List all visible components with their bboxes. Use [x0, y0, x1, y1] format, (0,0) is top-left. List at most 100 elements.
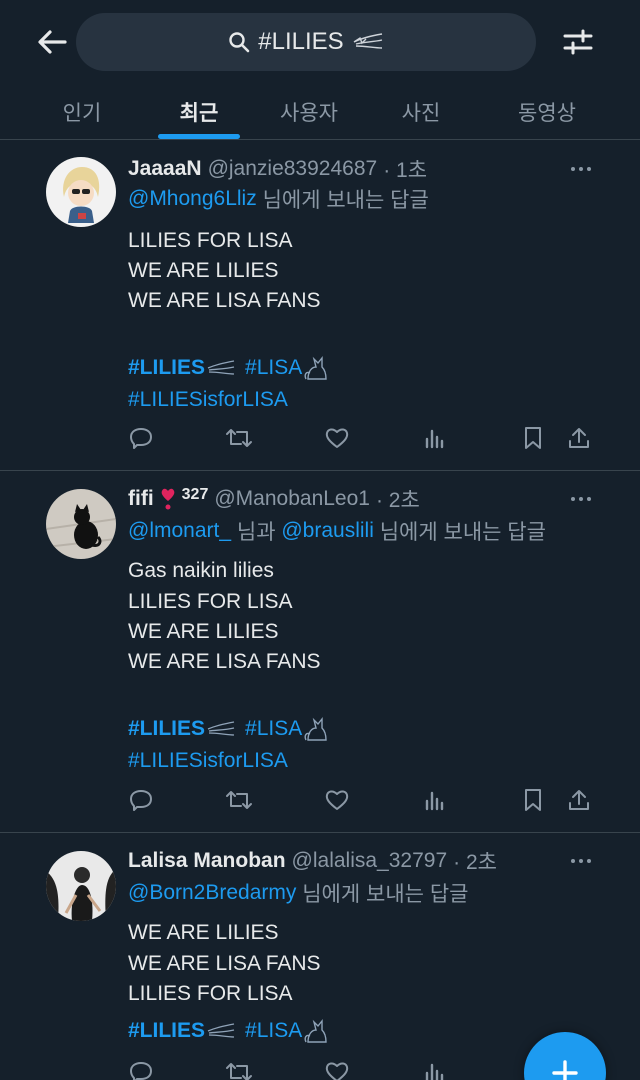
user-handle[interactable]: @lalalisa_32797	[292, 849, 448, 873]
tweet-text-line: LILIES FOR LISA	[128, 590, 293, 613]
avatar[interactable]	[46, 489, 116, 559]
bookmark-button[interactable]	[516, 785, 550, 815]
share-button[interactable]	[562, 423, 596, 453]
hashtag-link[interactable]: #LISA	[245, 1018, 328, 1044]
tweet[interactable]: JaaaaN @janzie83924687 · 1초 @Mhong6Lliz …	[0, 141, 640, 471]
lily-emoji-icon	[353, 33, 382, 49]
lily-emoji-icon	[207, 721, 235, 736]
heart-icon	[325, 1062, 349, 1080]
reply-context: @Born2Bredarmy 님에게 보내는 답글	[128, 879, 468, 907]
mention-link[interactable]: @Born2Bredarmy	[128, 881, 296, 905]
filter-button[interactable]	[556, 22, 600, 62]
tweet-actions	[0, 423, 640, 453]
hashtag-row: #LILIESisforLISA	[128, 385, 288, 415]
views-icon	[425, 429, 444, 449]
share-icon	[569, 428, 589, 448]
hashtag-row: #LILIES #LISA	[128, 353, 328, 383]
reply-button[interactable]	[124, 423, 158, 453]
bookmark-icon	[525, 427, 541, 449]
tab-videos[interactable]: 동영상	[500, 84, 594, 139]
views-icon	[425, 1063, 444, 1080]
like-button[interactable]	[320, 785, 354, 815]
tweet[interactable]: fifi 327 @ManobanLeo1 · 2초 @lmonart_ 님과 …	[0, 471, 640, 833]
lily-emoji-icon	[207, 360, 235, 375]
tweet-text-line: WE ARE LISA FANS	[128, 650, 321, 673]
reply-context-join: 님과	[236, 521, 276, 544]
tweet-header: JaaaaN @janzie83924687 · 1초	[128, 155, 427, 183]
views-button[interactable]	[418, 785, 452, 815]
hashtag-link[interactable]: #LISA	[245, 716, 328, 742]
retweet-icon	[226, 1063, 252, 1080]
reply-context-text: 님에게 보내는 답글	[262, 189, 429, 212]
display-name[interactable]: JaaaaN	[128, 157, 202, 181]
tweet-text-line: WE ARE LILIES	[128, 921, 279, 944]
search-tabs: 인기 최근 사용자 사진 동영상	[0, 84, 640, 140]
reply-context: @lmonart_ 님과 @brauslili 님에게 보내는 답글	[128, 517, 546, 545]
arrow-left-icon	[38, 30, 67, 54]
tab-people[interactable]: 사용자	[262, 84, 356, 139]
search-input[interactable]: #LILIES	[76, 13, 536, 71]
tweet-actions	[0, 785, 640, 815]
views-icon	[425, 791, 444, 811]
back-button[interactable]	[30, 22, 74, 62]
hashtag-link[interactable]: #LILIES	[128, 356, 235, 380]
tweet-text-line: WE ARE LILIES	[128, 620, 279, 643]
badge-count: 327	[181, 486, 209, 503]
avatar[interactable]	[46, 157, 116, 227]
cat-emoji-icon	[304, 717, 327, 741]
retweet-icon	[226, 429, 252, 447]
cat-emoji-icon	[304, 356, 327, 380]
hashtag-link[interactable]: #LILIESisforLISA	[128, 749, 288, 773]
tweet-text-line: LILIES FOR LISA	[128, 982, 293, 1005]
user-handle[interactable]: @janzie83924687	[208, 157, 378, 181]
retweet-button[interactable]	[222, 1057, 256, 1080]
retweet-button[interactable]	[222, 423, 256, 453]
plus-icon	[552, 1060, 578, 1080]
mention-link[interactable]: @Mhong6Lliz	[128, 187, 257, 211]
hashtag-link[interactable]: #LILIES	[128, 1019, 235, 1043]
tab-photos[interactable]: 사진	[384, 84, 458, 139]
hashtag-row: #LILIES #LISA	[128, 714, 328, 744]
hashtag-link[interactable]: #LISA	[245, 355, 328, 381]
bookmark-button[interactable]	[516, 423, 550, 453]
tweet-header: Lalisa Manoban @lalalisa_32797 · 2초	[128, 847, 497, 875]
more-options-button[interactable]	[566, 159, 596, 179]
reply-icon	[130, 790, 152, 811]
heart-exclamation-emoji-icon	[161, 488, 174, 510]
mention-link[interactable]: @lmonart_	[128, 519, 231, 543]
tab-popular[interactable]: 인기	[44, 84, 120, 139]
reply-context-text: 님에게 보내는 답글	[302, 883, 469, 906]
tweet-header: fifi 327 @ManobanLeo1 · 2초	[128, 485, 420, 513]
search-query: #LILIES	[258, 28, 344, 55]
retweet-button[interactable]	[222, 785, 256, 815]
hashtag-row: #LILIES #LISA	[128, 1016, 328, 1046]
share-icon	[569, 790, 589, 810]
heart-icon	[325, 428, 349, 448]
tweet-text-line: WE ARE LISA FANS	[128, 289, 321, 312]
user-handle[interactable]: @ManobanLeo1	[214, 487, 370, 511]
tweet-text-line: WE ARE LILIES	[128, 259, 279, 282]
reply-button[interactable]	[124, 785, 158, 815]
hashtag-link[interactable]: #LILIES	[128, 717, 235, 741]
display-name[interactable]: Lalisa Manoban	[128, 849, 286, 873]
tab-latest[interactable]: 최근	[158, 84, 240, 139]
views-button[interactable]	[418, 1057, 452, 1080]
share-button[interactable]	[562, 785, 596, 815]
more-options-button[interactable]	[566, 489, 596, 509]
more-options-button[interactable]	[566, 851, 596, 871]
display-name[interactable]: fifi	[128, 487, 154, 511]
like-button[interactable]	[320, 1057, 354, 1080]
reply-button[interactable]	[124, 1057, 158, 1080]
timestamp[interactable]: · 2초	[453, 846, 497, 876]
lily-emoji-icon	[207, 1023, 235, 1038]
timestamp[interactable]: · 1초	[383, 154, 427, 184]
tweet-text-line: WE ARE LISA FANS	[128, 952, 321, 975]
hashtag-link[interactable]: #LILIESisforLISA	[128, 388, 288, 412]
mention-link[interactable]: @brauslili	[281, 519, 374, 543]
reply-context: @Mhong6Lliz 님에게 보내는 답글	[128, 185, 429, 213]
views-button[interactable]	[418, 423, 452, 453]
avatar[interactable]	[46, 851, 116, 921]
timestamp[interactable]: · 2초	[376, 484, 420, 514]
like-button[interactable]	[320, 423, 354, 453]
search-icon	[228, 31, 250, 53]
